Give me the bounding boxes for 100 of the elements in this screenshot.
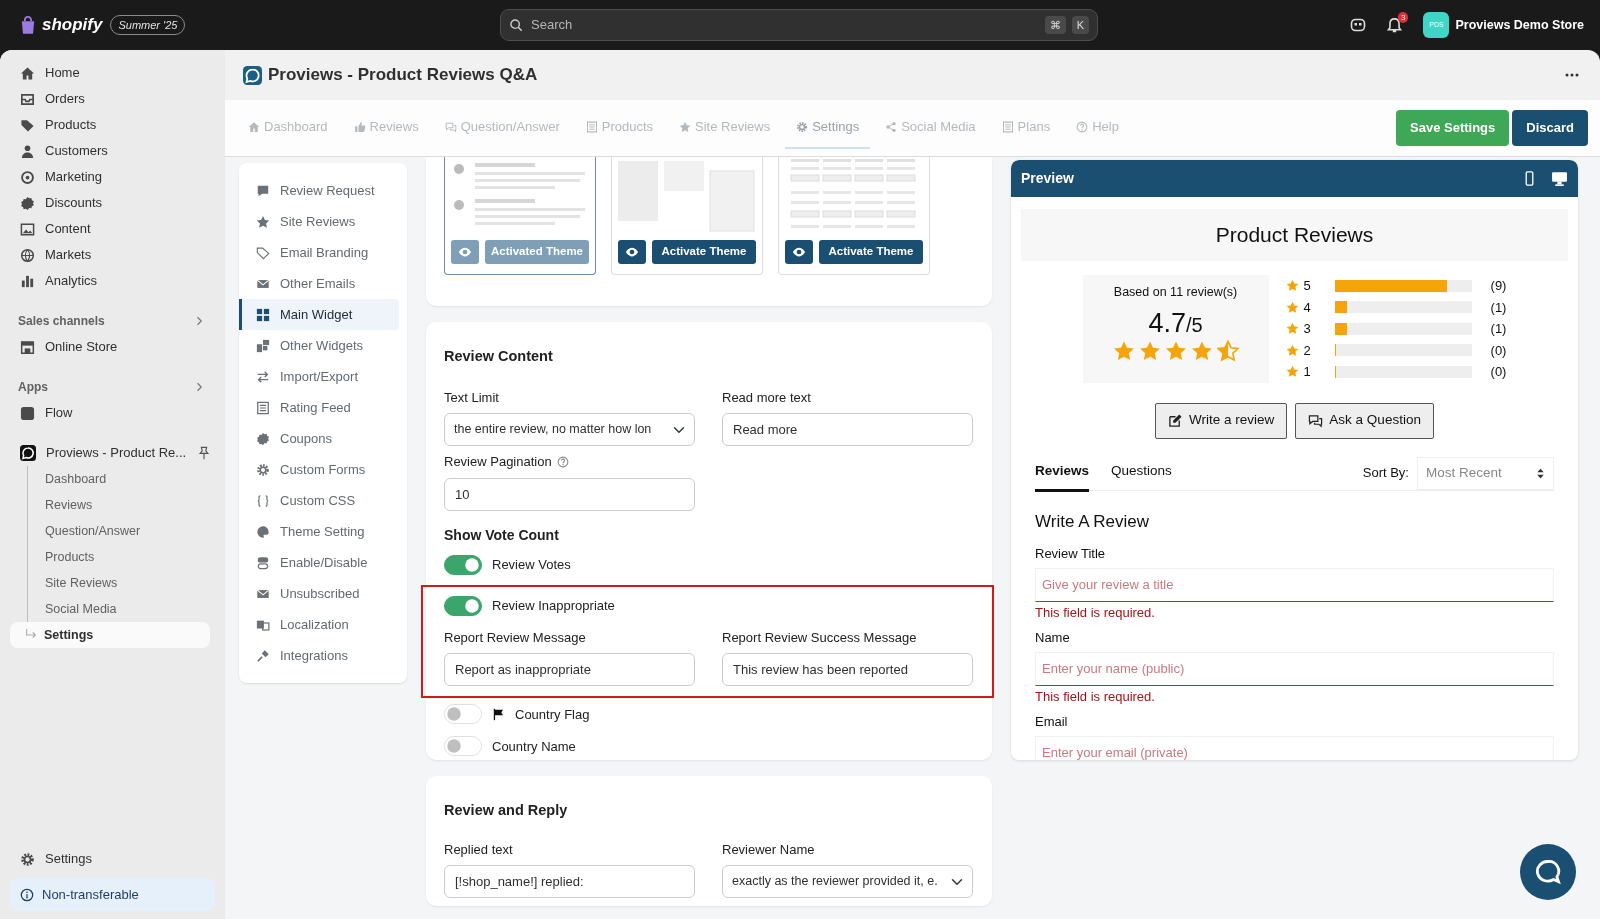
sub-nav-item[interactable]: Reviews	[28, 492, 215, 518]
input-field[interactable]: Enter your email (private)	[1035, 735, 1554, 760]
sub-nav-item[interactable]: Site Reviews	[28, 570, 215, 596]
field-label: Email	[1035, 713, 1069, 731]
nav-item[interactable]: Analytics	[10, 268, 215, 294]
toggle-switch[interactable]	[444, 595, 482, 616]
eye-icon	[792, 245, 806, 259]
settings-menu-item[interactable]: Coupons	[247, 423, 399, 454]
settings-menu-item[interactable]: Custom CSS	[247, 485, 399, 516]
search-field[interactable]: Search	[529, 14, 1039, 36]
star-level-label: 2	[1303, 341, 1312, 360]
sort-select[interactable]: Most Recent	[1417, 456, 1554, 490]
sub-nav-item[interactable]: Products	[28, 544, 215, 570]
nav-item[interactable]: Online Store	[10, 334, 215, 360]
toggle-label: Country Flag	[515, 705, 590, 724]
sub-nav-item[interactable]: Social Media	[28, 596, 215, 622]
activate-theme-button[interactable]: Activate Theme	[819, 240, 923, 264]
nav-item[interactable]: Flow	[10, 400, 215, 426]
activate-theme-button[interactable]: Activate Theme	[652, 240, 756, 264]
input-field[interactable]: Read more	[722, 413, 973, 447]
seal-icon	[256, 431, 270, 446]
write-review-button[interactable]: Write a review	[1155, 402, 1288, 439]
settings-menu-item[interactable]: Main Widget	[239, 299, 399, 330]
input-field[interactable]: This review has been reported	[722, 653, 973, 687]
toggle-switch[interactable]	[444, 554, 482, 575]
select-field[interactable]: the entire review, no matter how lon	[444, 413, 695, 447]
search-bar[interactable]: Search ⌘ K	[500, 9, 1098, 41]
chat-bubbles-icon	[1308, 413, 1324, 428]
preview-tab[interactable]: Reviews	[1035, 454, 1090, 492]
app-nav-item[interactable]: Proviews - Product Re...	[46, 443, 187, 463]
notification-count: 3	[1398, 11, 1409, 23]
card-title: Review and Reply	[444, 801, 569, 820]
nav-item[interactable]: Content	[10, 216, 215, 242]
star-icon	[1285, 365, 1299, 379]
nav-item[interactable]: Customers	[10, 138, 215, 164]
eye-icon	[625, 245, 639, 259]
preview-button[interactable]	[785, 240, 813, 264]
nav-item[interactable]: Orders	[10, 86, 215, 112]
settings-menu-item[interactable]: Review Request	[247, 175, 399, 206]
desktop-view-button[interactable]	[1551, 170, 1568, 187]
section-heading: Apps	[18, 379, 48, 396]
input-field[interactable]: Give your review a title	[1035, 567, 1554, 602]
widget-title: Product Reviews	[1215, 222, 1374, 249]
info-icon	[20, 887, 34, 902]
person-icon	[20, 143, 35, 159]
star-icon	[1138, 340, 1161, 363]
settings-menu-item[interactable]: Rating Feed	[247, 392, 399, 423]
notice-text: Non-transferable	[42, 885, 139, 904]
search-icon	[509, 18, 523, 32]
sidekick-button[interactable]	[1350, 17, 1367, 33]
nav-item[interactable]: Marketing	[10, 164, 215, 190]
nav-item[interactable]: Home	[10, 60, 215, 86]
error-message: This field is required.	[1035, 687, 1156, 706]
gear-icon	[256, 462, 270, 477]
rating-count: (0)	[1490, 363, 1507, 381]
discard-button[interactable]: Discard	[1512, 110, 1588, 146]
settings-menu-item[interactable]: Email Branding	[247, 237, 399, 268]
toggle-icon	[256, 555, 270, 570]
sub-nav-item[interactable]: Question/Answer	[28, 518, 215, 544]
input-field[interactable]: Enter your name (public)	[1035, 651, 1554, 686]
select-field[interactable]: exactly as the reviewer provided it, e.	[722, 865, 973, 899]
preview-tab[interactable]: Questions	[1111, 454, 1172, 492]
settings-menu-item[interactable]: Unsubscribed	[247, 578, 399, 609]
sub-nav-item[interactable]: Dashboard	[28, 466, 215, 492]
field-label: Review Title	[1035, 545, 1107, 563]
error-message: This field is required.	[1035, 603, 1156, 622]
star-level-label: 5	[1303, 277, 1312, 295]
tag-icon	[256, 245, 270, 260]
nav-item[interactable]: Products	[10, 112, 215, 138]
settings-menu-item[interactable]: Theme Setting	[247, 516, 399, 547]
input-field[interactable]: [!shop_name!] replied:	[444, 865, 695, 899]
settings-menu-item[interactable]: Site Reviews	[247, 206, 399, 237]
preview-button[interactable]	[618, 240, 646, 264]
number-field[interactable]: 10	[444, 477, 695, 511]
globe-icon	[20, 247, 35, 263]
help-icon	[1076, 121, 1089, 133]
settings-menu-item[interactable]: Custom Forms	[247, 454, 399, 485]
settings-menu-item[interactable]: Integrations	[247, 640, 399, 671]
shortcut-key: K	[1071, 15, 1089, 35]
sub-nav-item[interactable]: Settings	[10, 622, 210, 648]
star-icon	[1285, 343, 1299, 357]
input-field[interactable]: Report as inappropriate	[444, 653, 695, 687]
notifications-button[interactable]: 3	[1386, 16, 1404, 34]
bar-chart-icon	[20, 273, 35, 289]
nav-item[interactable]: Discounts	[10, 190, 215, 216]
save-button[interactable]: Save Settings	[1396, 110, 1510, 146]
settings-menu-item[interactable]: Localization	[247, 609, 399, 640]
brand-name: shopify	[42, 14, 103, 37]
settings-menu-item[interactable]: Other Widgets	[247, 330, 399, 361]
settings-menu-item[interactable]: Other Emails	[247, 268, 399, 299]
settings-menu-item[interactable]: Import/Export	[247, 361, 399, 392]
field-label: Replied text	[444, 840, 514, 859]
toggle-label: Review Inappropriate	[492, 597, 615, 615]
chat-icon	[1534, 858, 1562, 886]
star-icon	[1164, 340, 1187, 363]
nav-item[interactable]: Markets	[10, 242, 215, 268]
ask-question-button[interactable]: Ask a Question	[1295, 402, 1434, 439]
settings-menu-item[interactable]: Enable/Disable	[247, 547, 399, 578]
nav-item[interactable]: Settings	[10, 846, 215, 872]
target-icon	[20, 169, 35, 185]
